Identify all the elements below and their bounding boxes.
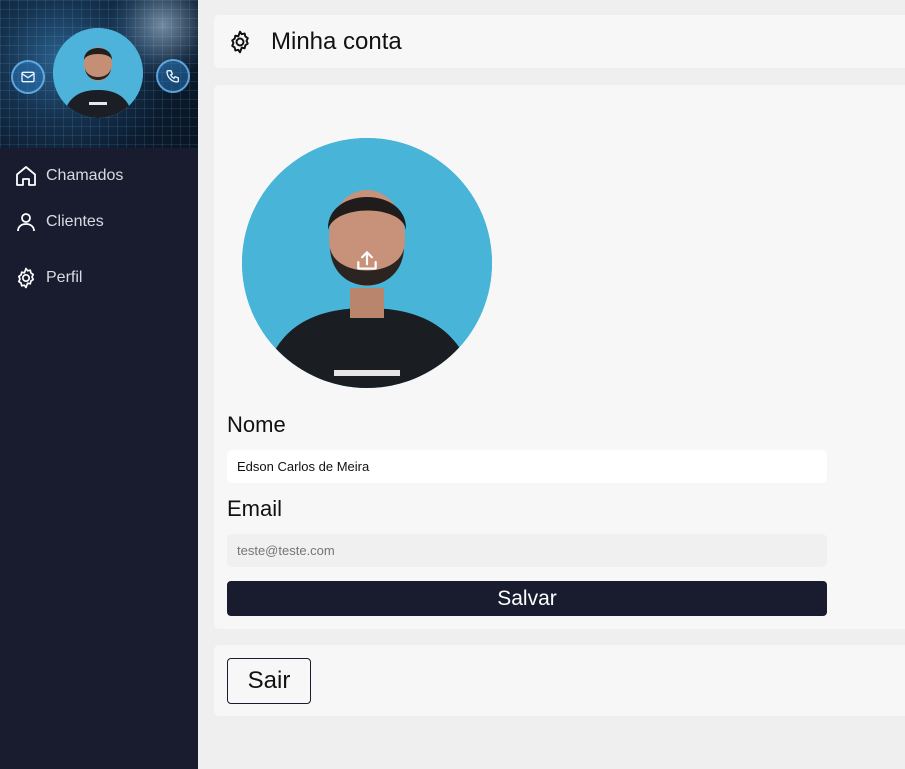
logout-card: Sair [214, 645, 905, 716]
sidebar-nav: Chamados Clientes Perfil [0, 158, 198, 306]
upload-icon [357, 251, 377, 270]
save-button[interactable]: Salvar [227, 581, 827, 616]
sidebar-item-label: Clientes [46, 213, 104, 230]
gear-icon [17, 267, 35, 289]
email-input[interactable] [227, 534, 827, 567]
user-icon [17, 213, 35, 232]
page-title: Minha conta [271, 27, 402, 55]
avatar-upload[interactable] [242, 138, 492, 388]
profile-form-card: Nome Email Salvar [214, 85, 905, 629]
gear-icon [231, 30, 249, 53]
phone-icon [156, 59, 190, 93]
envelope-icon [11, 60, 45, 94]
sidebar: Chamados Clientes Perfil [0, 0, 198, 769]
page-header: Minha conta [214, 15, 905, 68]
sidebar-item-chamados[interactable]: Chamados [0, 158, 198, 194]
sidebar-item-label: Chamados [46, 167, 124, 184]
name-input[interactable] [227, 450, 827, 483]
home-icon [16, 166, 36, 186]
sidebar-item-label: Perfil [46, 269, 83, 286]
sidebar-avatar [53, 28, 143, 118]
sidebar-item-clientes[interactable]: Clientes [0, 194, 198, 250]
sidebar-banner [0, 0, 198, 148]
email-label: Email [227, 496, 283, 521]
logout-button[interactable]: Sair [227, 658, 311, 704]
name-label: Nome [227, 412, 286, 437]
sidebar-item-perfil[interactable]: Perfil [0, 250, 198, 306]
